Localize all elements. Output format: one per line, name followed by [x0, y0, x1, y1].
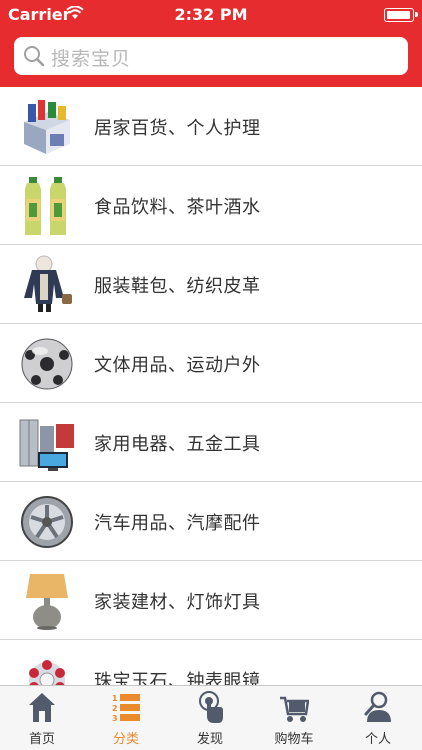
user-search-icon: [364, 691, 391, 722]
tab-home[interactable]: 首页: [0, 686, 84, 750]
tab-category[interactable]: 1 2 3 分类: [84, 686, 168, 750]
svg-text:1: 1: [112, 694, 118, 703]
category-list: 居家百货、个人护理 食品饮料、茶叶酒水 服装鞋包、纺织皮革 文体用品、运动户外 …: [0, 87, 422, 685]
category-row-clothing[interactable]: 服装鞋包、纺织皮革: [0, 245, 422, 324]
category-row-sports[interactable]: 文体用品、运动户外: [0, 324, 422, 403]
tab-label: 分类: [112, 732, 139, 747]
category-row-household[interactable]: 居家百货、个人护理: [0, 87, 422, 166]
category-label: 文体用品、运动户外: [94, 355, 261, 376]
household-goods-icon: [24, 100, 70, 154]
table-lamp-icon: [26, 574, 68, 630]
search-icon: [24, 46, 45, 67]
category-row-jewelry[interactable]: 珠宝玉石、钟表眼镜: [0, 640, 422, 685]
category-label: 汽车用品、汽摩配件: [94, 513, 261, 534]
tab-label: 发现: [196, 732, 223, 747]
numbered-list-icon: 1 2 3: [112, 694, 140, 723]
category-label: 家装建材、灯饰灯具: [94, 592, 261, 613]
cart-icon: [280, 696, 309, 722]
tab-discover[interactable]: 发现: [168, 686, 252, 750]
header-bar: Carrier 2:32 PM 搜索宝贝: [0, 0, 422, 87]
tab-label: 首页: [28, 732, 55, 747]
tab-profile[interactable]: 个人: [336, 686, 420, 750]
wheel-rim-icon: [21, 496, 73, 548]
battery-icon: [384, 8, 418, 22]
category-label: 珠宝玉石、钟表眼镜: [94, 671, 261, 685]
status-bar: Carrier 2:32 PM: [0, 0, 422, 30]
tab-label: 购物车: [274, 732, 314, 747]
category-row-auto[interactable]: 汽车用品、汽摩配件: [0, 482, 422, 561]
search-input[interactable]: 搜索宝贝: [14, 37, 408, 75]
clock: 2:32 PM: [174, 5, 248, 24]
soccer-ball-icon: [21, 338, 73, 390]
tab-bar: 首页 1 2 3 分类 发现 购物车 个人: [0, 685, 422, 750]
category-label: 食品饮料、茶叶酒水: [94, 197, 261, 218]
category-row-home-decor[interactable]: 家装建材、灯饰灯具: [0, 561, 422, 640]
category-label: 居家百货、个人护理: [94, 118, 261, 139]
jewelry-icon: [29, 660, 65, 685]
tab-label: 个人: [364, 732, 391, 747]
category-label: 家用电器、五金工具: [94, 434, 261, 455]
home-icon: [29, 693, 55, 722]
category-label: 服装鞋包、纺织皮革: [94, 276, 261, 297]
tab-cart[interactable]: 购物车: [252, 686, 336, 750]
touch-icon: [199, 691, 223, 723]
appliances-icon: [19, 419, 74, 471]
category-row-food[interactable]: 食品饮料、茶叶酒水: [0, 166, 422, 245]
svg-text:2: 2: [112, 704, 118, 713]
category-row-appliances[interactable]: 家用电器、五金工具: [0, 403, 422, 482]
clothing-icon: [24, 255, 72, 312]
search-placeholder: 搜索宝贝: [51, 48, 132, 70]
svg-text:3: 3: [112, 714, 118, 723]
drink-bottles-icon: [25, 177, 66, 235]
